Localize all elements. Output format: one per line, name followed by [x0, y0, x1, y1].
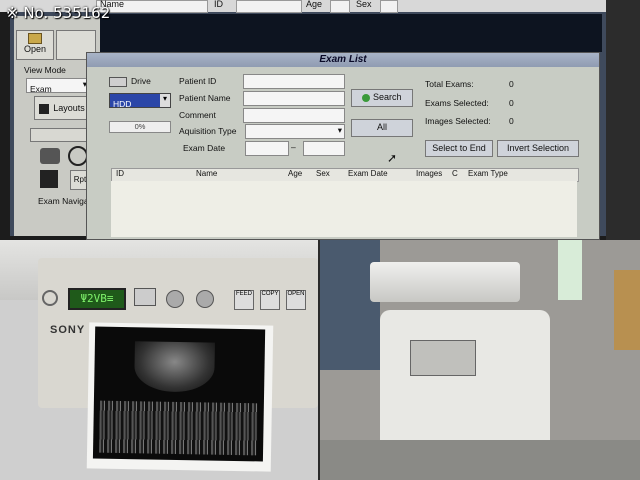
- monitor-bezel: [606, 0, 640, 240]
- watermark-text: ※ No. 535162: [6, 4, 111, 22]
- col-id[interactable]: ID: [116, 169, 124, 178]
- select-to-end-label: Select to End: [432, 143, 486, 153]
- column-id: ID: [214, 0, 223, 9]
- col-name[interactable]: Name: [196, 169, 217, 178]
- chevron-down-icon: ▾: [160, 94, 170, 107]
- exam-table-header: ID Name Age Sex Exam Date Images C Exam …: [111, 168, 579, 182]
- cart-device: [410, 340, 476, 376]
- patient-name-label: Patient Name: [179, 93, 231, 103]
- floor: [320, 440, 640, 480]
- patient-name-input[interactable]: [243, 91, 345, 106]
- search-label: Search: [372, 92, 402, 102]
- column-sex: Sex: [356, 0, 372, 9]
- comment-label: Comment: [179, 110, 216, 120]
- copy-button: COPY: [260, 290, 280, 310]
- total-exams-value: 0: [509, 79, 514, 89]
- exams-selected-value: 0: [509, 98, 514, 108]
- progress-bar: 0%: [109, 121, 171, 133]
- feed-label: FEED: [235, 291, 252, 297]
- images-selected-label: Images Selected:: [425, 116, 491, 126]
- probe-holder: [558, 240, 582, 300]
- layouts-button[interactable]: Layouts: [34, 96, 90, 120]
- b-mode-scan: [134, 341, 215, 393]
- invert-selection-button[interactable]: Invert Selection: [497, 140, 579, 157]
- m-mode-trace: [99, 400, 258, 456]
- floppy-icon[interactable]: [40, 170, 58, 188]
- monitor-photo: Name ID Age Sex Open View Mode Exam ▾ La…: [0, 0, 640, 240]
- acquisition-type-select[interactable]: ▾: [245, 124, 345, 139]
- drive-icon: [109, 77, 127, 87]
- printer-display: Ψ2VB≡: [68, 288, 126, 310]
- search-icon: [362, 93, 371, 102]
- acquisition-type-label: Aquisition Type: [179, 126, 237, 136]
- invert-selection-label: Invert Selection: [506, 143, 570, 153]
- copy-label: COPY: [261, 291, 279, 297]
- ultrasound-image: [92, 326, 266, 462]
- col-exam-type[interactable]: Exam Type: [468, 169, 508, 178]
- images-selected-value: 0: [509, 116, 514, 126]
- screen-dark-band: [96, 14, 602, 52]
- printer-icon[interactable]: [40, 148, 60, 164]
- printed-paper: [86, 322, 274, 472]
- cardboard-box: [614, 270, 640, 350]
- exam-date-from[interactable]: [245, 141, 289, 156]
- progress-text: 0%: [134, 122, 146, 131]
- col-sex[interactable]: Sex: [316, 169, 330, 178]
- knob-brightness: [196, 290, 214, 308]
- col-exam-date[interactable]: Exam Date: [348, 169, 388, 178]
- ultrasound-cart-photo: [320, 240, 640, 480]
- exams-selected-label: Exams Selected:: [425, 98, 489, 108]
- column-age: Age: [306, 0, 323, 9]
- cart-body: [380, 310, 550, 460]
- comment-input[interactable]: [243, 108, 345, 123]
- drive-label: Drive: [131, 76, 151, 86]
- exam-list-dialog: Exam List Drive HDD ▾ 0% Patient ID Pati…: [86, 52, 600, 240]
- dialog-title: Exam List: [87, 53, 599, 67]
- open-label-printer: OPEN: [287, 291, 305, 297]
- feed-button: FEED: [234, 290, 254, 310]
- open-label: Open: [23, 44, 47, 54]
- layouts-label: Layouts: [53, 103, 85, 113]
- select-to-end-button[interactable]: Select to End: [425, 140, 493, 157]
- col-images[interactable]: Images: [416, 169, 442, 178]
- col-c[interactable]: C: [452, 169, 458, 178]
- report-label: Rpt: [73, 175, 87, 184]
- open-button[interactable]: Open: [16, 30, 54, 60]
- exam-date-label: Exam Date: [183, 143, 226, 153]
- sony-logo: SONY: [50, 324, 86, 336]
- patient-id-input[interactable]: [243, 74, 345, 89]
- exam-table-body[interactable]: [111, 181, 577, 237]
- open-button-printer: OPEN: [286, 290, 306, 310]
- power-button: [42, 290, 58, 306]
- drive-select[interactable]: HDD ▾: [109, 93, 171, 109]
- view-mode-label: View Mode: [24, 65, 66, 75]
- view-mode-select[interactable]: Exam ▾: [26, 78, 90, 94]
- knob-contrast: [166, 290, 184, 308]
- ultrasound-keyboard: [370, 262, 520, 302]
- grid-icon: [39, 103, 50, 114]
- blue-panel: [320, 240, 380, 370]
- search-button[interactable]: Search: [351, 89, 413, 107]
- exam-date-to[interactable]: [303, 141, 345, 156]
- search-icon[interactable]: [68, 146, 88, 166]
- chevron-down-icon: ▾: [337, 125, 342, 135]
- total-exams-label: Total Exams:: [425, 79, 474, 89]
- printer-photo: Ψ2VB≡ FEED COPY OPEN SONY: [0, 240, 318, 480]
- patient-id-label: Patient ID: [179, 76, 217, 86]
- all-button[interactable]: All: [351, 119, 413, 137]
- view-mode-value: Exam: [30, 84, 52, 94]
- drive-value: HDD: [113, 99, 132, 109]
- date-separator: –: [291, 142, 296, 152]
- toolbar-strip: [30, 128, 92, 142]
- folder-icon: [28, 33, 42, 44]
- printer-control: [134, 288, 156, 306]
- all-label: All: [376, 122, 387, 132]
- mouse-cursor-icon: ➚: [387, 151, 398, 165]
- col-age[interactable]: Age: [288, 169, 302, 178]
